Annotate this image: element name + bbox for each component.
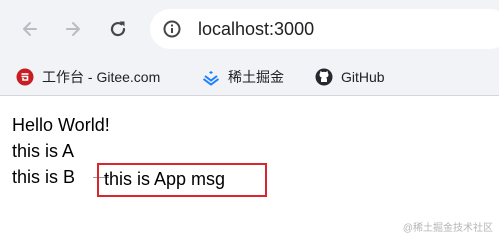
gitee-icon <box>16 68 34 86</box>
address-bar[interactable]: localhost:3000 <box>150 9 499 49</box>
bookmark-gitee[interactable]: 工作台 - Gitee.com <box>16 67 160 87</box>
text-a: this is A <box>12 141 75 161</box>
forward-button[interactable] <box>61 17 85 41</box>
text-b: this is B <box>12 167 76 187</box>
hello-text: Hello World! <box>12 115 110 135</box>
bookmark-juejin[interactable]: 稀土掘金 <box>202 67 284 87</box>
bookmark-label: 稀土掘金 <box>228 69 284 85</box>
bookmark-github[interactable]: GitHub <box>315 67 385 87</box>
info-circle-icon <box>163 20 181 38</box>
juejin-icon <box>202 68 220 86</box>
back-button[interactable] <box>18 17 42 41</box>
browser-toolbar: localhost:3000 <box>0 0 499 58</box>
page-content: Hello World! this is A this is B this is… <box>12 112 267 197</box>
arrow-left-icon <box>23 22 37 36</box>
app-msg-text: this is App msg <box>104 169 226 189</box>
bookmark-label: GitHub <box>341 69 385 85</box>
watermark: @稀土掘金技术社区 <box>402 223 493 234</box>
github-icon <box>315 68 333 86</box>
url-text: localhost:3000 <box>198 19 315 39</box>
bookmark-label: 工作台 - Gitee.com <box>42 69 161 85</box>
bookmarks-bar: 工作台 - Gitee.com 稀土掘金 GitHub <box>0 58 499 96</box>
site-info-button[interactable] <box>162 19 182 39</box>
arrow-right-icon <box>66 22 80 36</box>
reload-button[interactable] <box>106 17 130 41</box>
reload-icon <box>110 21 126 37</box>
text-b-row: this is B <box>12 164 110 190</box>
